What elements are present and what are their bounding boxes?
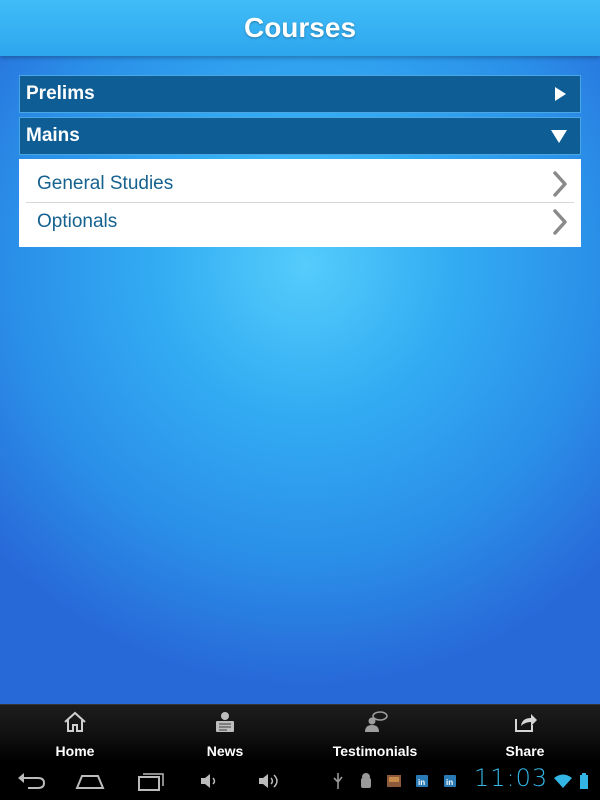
usb-icon — [333, 773, 343, 789]
header-bar: Courses — [0, 0, 600, 56]
list-item-label: Optionals — [37, 210, 118, 232]
volume-down-icon[interactable] — [193, 768, 227, 794]
recent-apps-icon[interactable] — [133, 768, 167, 794]
section-mains[interactable]: Mains — [19, 117, 581, 155]
svg-text:in: in — [418, 778, 425, 787]
linkedin-icon: in — [416, 775, 428, 787]
testimonials-icon — [365, 711, 388, 732]
clock: 11:03 — [474, 764, 549, 792]
tab-label: Testimonials — [332, 743, 418, 759]
home-button-icon[interactable] — [73, 768, 107, 794]
chevron-right-icon — [553, 208, 567, 235]
linkedin-icon: in — [444, 775, 456, 787]
collapse-arrow-icon — [551, 130, 567, 143]
app-screen: Courses Prelims Mains General Studies Op… — [0, 0, 600, 704]
chevron-right-icon — [553, 171, 567, 197]
mains-submenu: General Studies Optionals — [19, 159, 581, 247]
bottom-tab-bar: Home News Testimonials Share — [0, 704, 600, 762]
page-title: Courses — [243, 12, 357, 43]
svg-text:in: in — [446, 778, 453, 787]
tab-label: Share — [505, 743, 545, 759]
gallery-icon — [387, 775, 401, 787]
share-icon — [515, 714, 537, 732]
volume-up-icon[interactable] — [253, 768, 287, 794]
section-label: Mains — [26, 125, 80, 146]
news-icon — [216, 712, 234, 732]
list-item-general-studies[interactable]: General Studies — [26, 166, 574, 203]
tab-label: Home — [55, 743, 95, 759]
section-prelims[interactable]: Prelims — [19, 75, 581, 113]
battery-icon — [580, 773, 588, 789]
tab-home[interactable]: Home — [0, 705, 150, 762]
tab-news[interactable]: News — [150, 705, 300, 762]
tab-label: News — [206, 743, 244, 759]
section-label: Prelims — [26, 83, 95, 104]
system-navigation-bar: in in 11:03 — [0, 762, 600, 800]
tab-testimonials[interactable]: Testimonials — [300, 705, 450, 762]
expand-arrow-icon — [555, 87, 566, 101]
back-icon[interactable] — [14, 768, 48, 794]
list-item-label: General Studies — [37, 173, 174, 194]
wifi-icon — [554, 774, 572, 788]
list-item-optionals[interactable]: Optionals — [26, 203, 574, 240]
tab-share[interactable]: Share — [450, 705, 600, 762]
android-debug-icon — [361, 773, 371, 788]
home-icon — [64, 711, 86, 732]
